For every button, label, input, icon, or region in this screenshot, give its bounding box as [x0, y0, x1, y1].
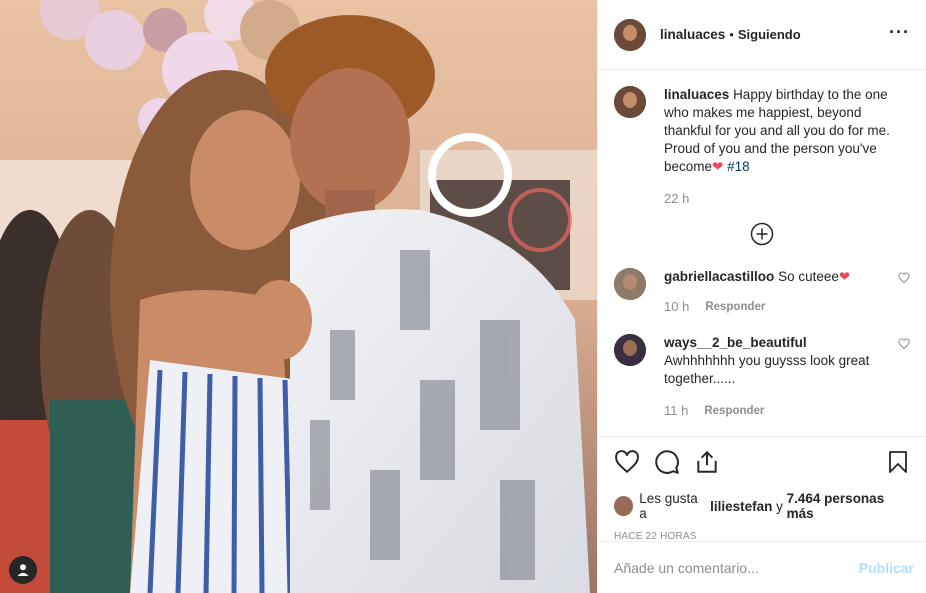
comment-icon[interactable] — [654, 449, 680, 475]
heart-emoji: ❤ — [712, 159, 724, 174]
reply-button[interactable]: Responder — [705, 298, 765, 316]
comment-username[interactable]: ways__2_be_beautiful — [664, 335, 807, 350]
author-username[interactable]: linaluaces — [660, 27, 725, 42]
action-icons-row — [614, 447, 910, 477]
commenter-avatar[interactable] — [614, 268, 646, 300]
load-more-comments[interactable] — [614, 222, 910, 246]
avatar-image — [614, 18, 646, 51]
publish-button[interactable]: Publicar — [859, 560, 914, 576]
avatar-image — [614, 86, 646, 118]
heart-emoji: ❤ — [838, 269, 851, 284]
comment-input[interactable] — [614, 559, 859, 576]
more-options-icon[interactable]: ··· — [889, 23, 910, 43]
author-avatar[interactable] — [614, 18, 646, 51]
post-viewer: linaluaces • Siguiendo ··· linaluaces Ha… — [0, 0, 926, 593]
liker-username[interactable]: liliestefan — [710, 499, 772, 514]
caption-time[interactable]: 22 h — [664, 190, 689, 208]
bookmark-icon[interactable] — [886, 449, 910, 475]
caption-username[interactable]: linaluaces — [664, 87, 729, 102]
commenter-avatar[interactable] — [614, 334, 646, 366]
liker-avatar — [614, 496, 634, 516]
likes-count[interactable]: 7.464 personas más — [787, 491, 910, 521]
plus-circle-icon — [750, 222, 774, 246]
likes-prefix: Les gusta a — [639, 491, 698, 521]
heart-outline-icon[interactable] — [898, 338, 910, 350]
hashtag-link[interactable]: #18 — [727, 159, 750, 174]
user-icon — [17, 564, 29, 576]
caption: linaluaces Happy birthday to the one who… — [614, 86, 910, 208]
add-comment-bar: Publicar — [598, 541, 926, 593]
avatar-image — [614, 334, 646, 366]
post-photo[interactable] — [0, 0, 597, 593]
avatar-image — [614, 268, 646, 300]
comment-text: So cuteee — [778, 269, 839, 284]
comments-list: linaluaces Happy birthday to the one who… — [598, 70, 926, 436]
comment-time[interactable]: 11 h — [664, 402, 688, 420]
caption-avatar[interactable] — [614, 86, 646, 118]
separator-dot: • — [729, 27, 734, 42]
comment-username[interactable]: gabriellacastilloo — [664, 269, 774, 284]
follow-status-button[interactable]: Siguiendo — [738, 27, 801, 42]
heart-outline-icon[interactable] — [898, 272, 910, 284]
comment-text: Awhhhhhhh you guysss look great together… — [664, 353, 870, 386]
like-icon[interactable] — [614, 449, 640, 475]
post-side-panel: linaluaces • Siguiendo ··· linaluaces Ha… — [597, 0, 926, 593]
tagged-users-button[interactable] — [9, 556, 37, 584]
likes-summary[interactable]: Les gusta a liliestefan y 7.464 personas… — [614, 491, 910, 521]
post-header: linaluaces • Siguiendo ··· — [598, 0, 926, 70]
share-icon[interactable] — [694, 449, 720, 475]
likes-connector: y — [776, 498, 783, 514]
comment-item: gabriellacastilloo So cuteee❤ 10 h Respo… — [614, 268, 910, 316]
comment-time[interactable]: 10 h — [664, 298, 689, 316]
photo-illustration — [0, 0, 597, 593]
reply-button[interactable]: Responder — [704, 402, 764, 420]
comment-item: ways__2_be_beautiful Awhhhhhhh you guyss… — [614, 334, 910, 420]
